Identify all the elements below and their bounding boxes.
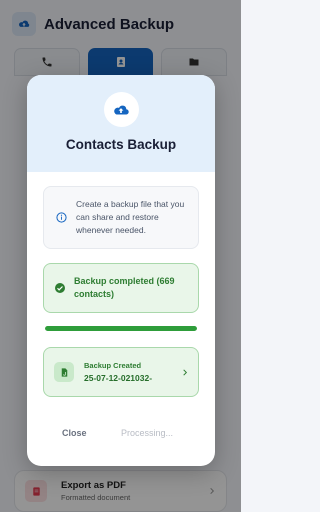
cloud-upload-icon <box>114 105 129 115</box>
dialog-icon-badge <box>103 92 139 127</box>
check-circle-icon <box>55 283 65 293</box>
close-button[interactable]: Close <box>62 428 87 438</box>
dialog-title: Contacts Backup <box>65 137 177 152</box>
backup-file-name: 25-07-12-021032- <box>84 373 153 383</box>
progress-fill <box>45 326 197 331</box>
file-attachment-icon <box>54 362 74 382</box>
info-icon <box>56 212 67 223</box>
backup-status-text: Backup completed (669 contacts) <box>74 276 175 299</box>
backup-created-label: Backup Created <box>84 361 142 370</box>
info-card: Create a backup file that you can share … <box>43 186 199 249</box>
chevron-right-icon <box>183 368 188 376</box>
info-text: Create a backup file that you can share … <box>76 199 185 235</box>
backup-progress-bar <box>45 326 197 331</box>
dialog-header: Contacts Backup <box>27 75 215 172</box>
backup-created-item[interactable]: Backup Created 25-07-12-021032- <box>43 347 199 397</box>
processing-button[interactable]: Processing... <box>121 428 173 438</box>
dialog-actions: Close Processing... <box>27 425 215 445</box>
backup-status-card: Backup completed (669 contacts) <box>43 263 199 313</box>
contacts-backup-dialog: Contacts Backup Create a backup file tha… <box>27 75 215 466</box>
